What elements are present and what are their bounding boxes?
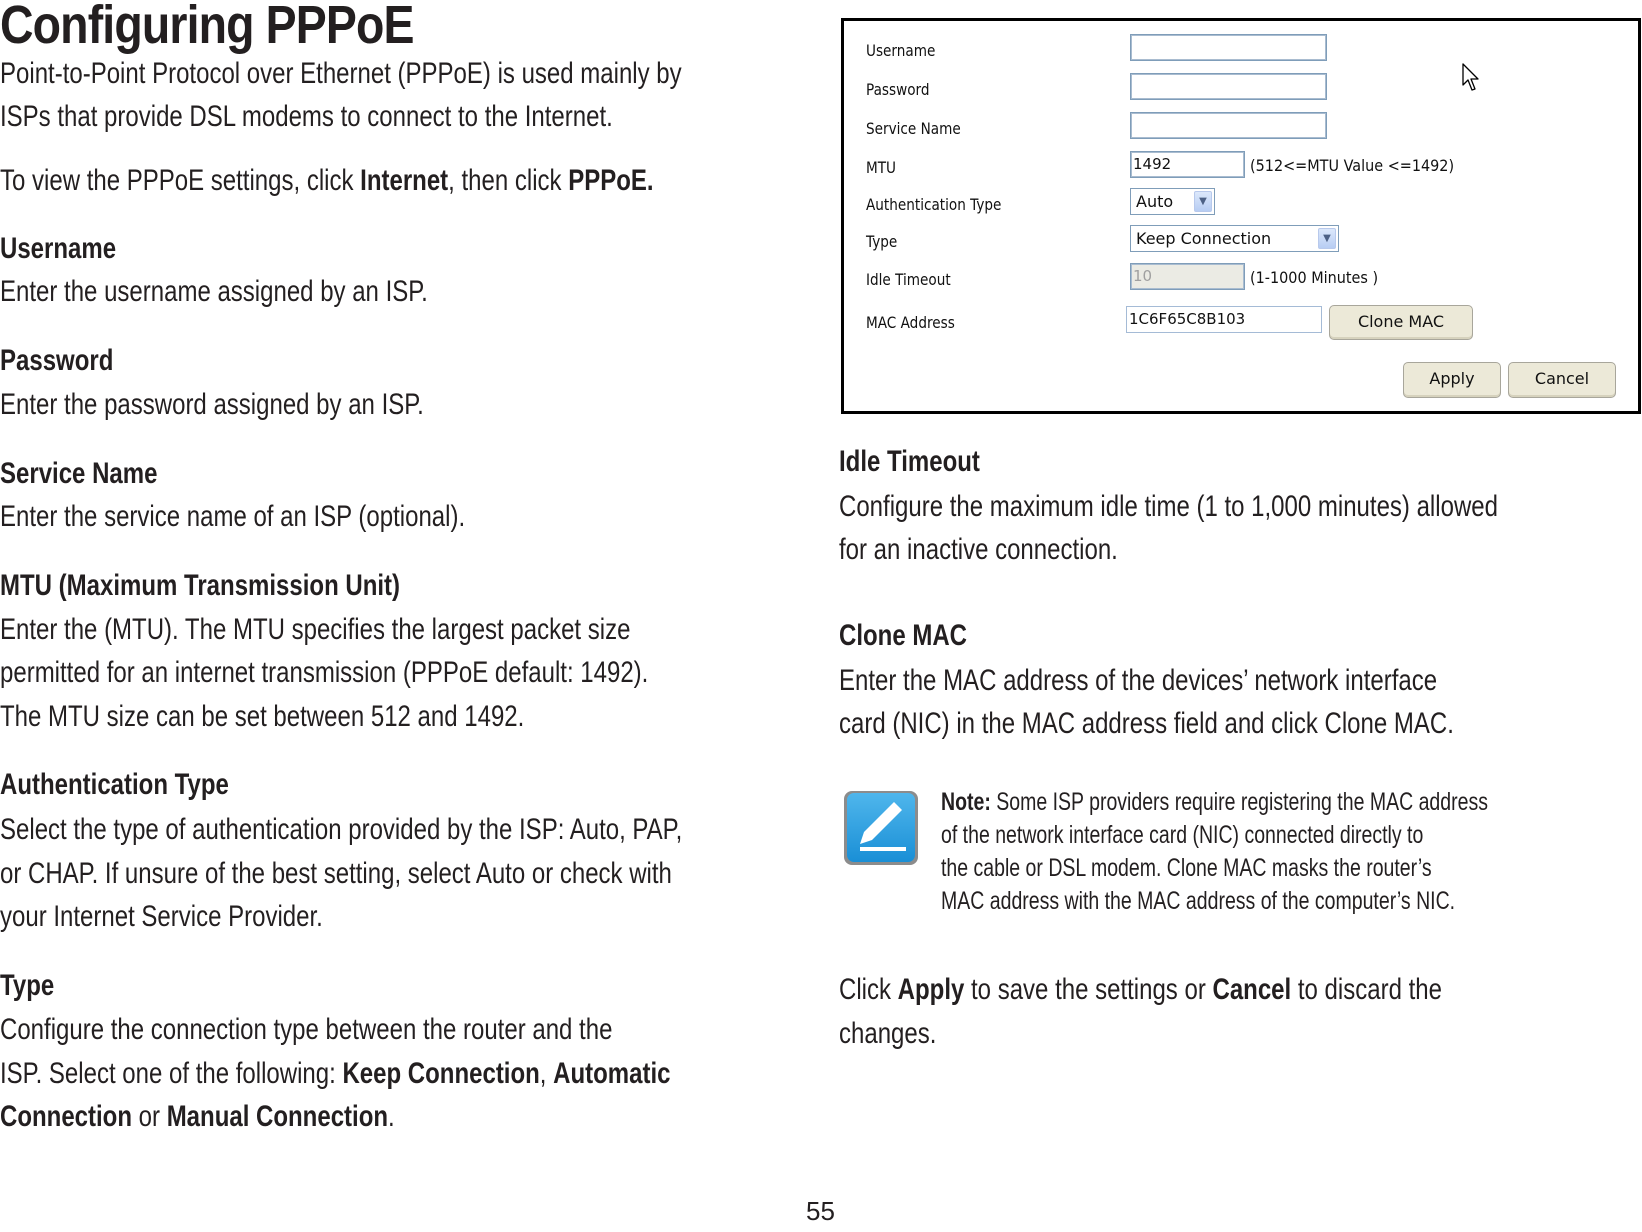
heading-idle-timeout: Idle Timeout	[839, 445, 980, 478]
note-line-1: Note: Some ISP providers require registe…	[941, 788, 1488, 816]
note-line-4: MAC address with the MAC address of the …	[941, 887, 1456, 915]
pencil-note-icon	[844, 791, 918, 865]
type-select[interactable]: Keep Connection ▼	[1130, 225, 1339, 252]
desc-mtu-1: Enter the (MTU). The MTU specifies the l…	[0, 613, 631, 646]
desc-auth-3: your Internet Service Provider.	[0, 900, 323, 933]
desc-password: Enter the password assigned by an ISP.	[0, 388, 424, 421]
idle-timeout-hint: (1-1000 Minutes )	[1250, 268, 1379, 287]
desc-mtu-2: permitted for an internet transmission (…	[0, 656, 649, 689]
desc-type-3: Connection or Manual Connection.	[0, 1100, 395, 1133]
closing-line-1: Click Apply to save the settings or Canc…	[839, 973, 1442, 1006]
page-title: Configuring PPPoE	[0, 0, 415, 55]
instruction: To view the PPPoE settings, click Intern…	[0, 164, 654, 197]
intro-line-1: Point-to-Point Protocol over Ethernet (P…	[0, 57, 682, 90]
desc-type-2: ISP. Select one of the following: Keep C…	[0, 1057, 671, 1090]
desc-username: Enter the username assigned by an ISP.	[0, 275, 428, 308]
mtu-label: MTU	[866, 158, 897, 177]
idle-timeout-input[interactable]: 10	[1130, 263, 1245, 290]
pppoe-settings-screenshot: Username Password Service Name MTU 1492 …	[841, 18, 1641, 414]
heading-auth-type: Authentication Type	[0, 768, 229, 801]
clone-mac-button[interactable]: Clone MAC	[1329, 305, 1473, 340]
desc-type-1: Configure the connection type between th…	[0, 1013, 613, 1046]
heading-password: Password	[0, 344, 114, 377]
chevron-down-icon[interactable]: ▼	[1318, 228, 1336, 249]
cancel-button[interactable]: Cancel	[1508, 362, 1616, 398]
desc-service-name: Enter the service name of an ISP (option…	[0, 500, 466, 533]
password-label: Password	[866, 80, 930, 99]
mtu-hint: (512<=MTU Value <=1492)	[1250, 156, 1455, 175]
note-line-3: the cable or DSL modem. Clone MAC masks …	[941, 854, 1432, 882]
page-number: 55	[806, 1196, 835, 1226]
service-name-input[interactable]	[1130, 112, 1327, 139]
heading-clone-mac: Clone MAC	[839, 619, 967, 652]
service-name-label: Service Name	[866, 119, 961, 138]
heading-username: Username	[0, 232, 117, 265]
desc-clone-1: Enter the MAC address of the devices’ ne…	[839, 664, 1438, 697]
desc-auth-2: or CHAP. If unsure of the best setting, …	[0, 857, 672, 890]
password-input[interactable]	[1130, 73, 1327, 100]
note-line-2: of the network interface card (NIC) conn…	[941, 821, 1424, 849]
mac-address-input[interactable]: 1C6F65C8B103	[1126, 306, 1322, 333]
auth-type-value: Auto	[1136, 192, 1174, 211]
desc-auth-1: Select the type of authentication provid…	[0, 813, 683, 846]
apply-button[interactable]: Apply	[1403, 362, 1501, 398]
desc-clone-2: card (NIC) in the MAC address field and …	[839, 707, 1454, 740]
desc-mtu-3: The MTU size can be set between 512 and …	[0, 700, 525, 733]
idle-timeout-label: Idle Timeout	[866, 270, 951, 289]
desc-idle-1: Configure the maximum idle time (1 to 1,…	[839, 490, 1498, 523]
auth-type-select[interactable]: Auto ▼	[1130, 188, 1215, 215]
mac-address-label: MAC Address	[866, 313, 955, 332]
heading-service-name: Service Name	[0, 457, 158, 490]
mouse-cursor-icon	[1462, 63, 1479, 91]
mtu-input[interactable]: 1492	[1130, 151, 1245, 178]
chevron-down-icon[interactable]: ▼	[1194, 191, 1212, 212]
heading-type: Type	[0, 969, 55, 1002]
type-label: Type	[866, 232, 898, 251]
type-value: Keep Connection	[1136, 229, 1272, 248]
closing-line-2: changes.	[839, 1017, 937, 1050]
desc-idle-2: for an inactive connection.	[839, 533, 1118, 566]
username-input[interactable]	[1130, 34, 1327, 61]
intro-line-2: ISPs that provide DSL modems to connect …	[0, 100, 613, 133]
heading-mtu: MTU (Maximum Transmission Unit)	[0, 569, 401, 602]
auth-type-label: Authentication Type	[866, 195, 1002, 214]
username-label: Username	[866, 41, 936, 60]
